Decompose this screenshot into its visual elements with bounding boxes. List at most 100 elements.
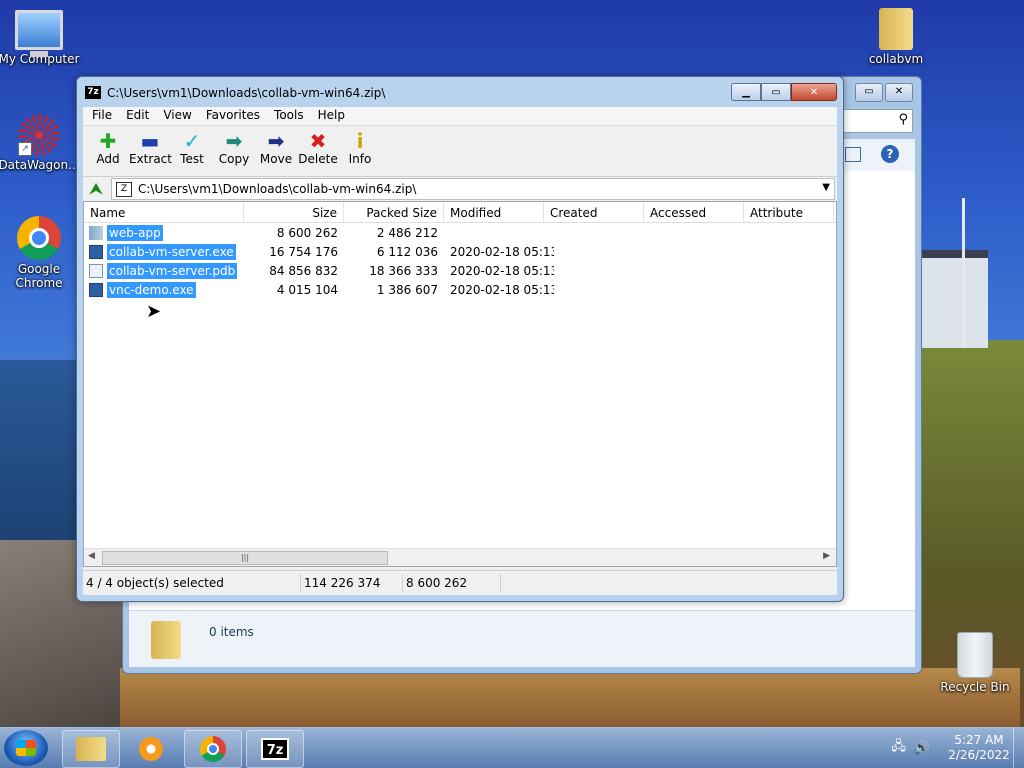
column-header-size[interactable]: Size (244, 202, 344, 222)
menu-bar: File Edit View Favorites Tools Help (83, 107, 837, 126)
close-icon[interactable]: ✕ (885, 83, 913, 102)
file-rows: web-app 8 600 262 2 486 212 collab-vm-serve… (84, 223, 836, 299)
file-modified: 2020-02-18 05:13 (450, 282, 554, 297)
toolbar-move-button[interactable]: ➡ Move (255, 126, 297, 176)
menu-tools[interactable]: Tools (267, 107, 311, 125)
7zip-window[interactable]: 7z C:\Users\vm1\Downloads\collab-vm-win6… (76, 76, 844, 602)
toolbar-test-button[interactable]: ✓ Test (171, 126, 213, 176)
window-title: C:\Users\vm1\Downloads\collab-vm-win64.z… (107, 86, 386, 100)
clock[interactable]: 5:27 AM 2/26/2022 (944, 733, 1014, 763)
taskbar-explorer[interactable] (62, 730, 120, 768)
search-input[interactable]: ⚲ (839, 109, 913, 133)
file-size: 8 600 262 (276, 225, 338, 240)
volume-icon[interactable]: 🔊 (914, 741, 930, 756)
restore-icon[interactable]: ▭ (855, 83, 883, 102)
toolbar-button-label: Move (259, 152, 293, 166)
preview-pane-icon[interactable] (845, 147, 861, 162)
toolbar-button-label: Info (348, 152, 372, 166)
desktop-icon-recycle-bin[interactable]: Recycle Bin (930, 632, 1020, 694)
desktop-icon-collabvm[interactable]: collabvm (851, 8, 941, 66)
system-tray: 🖧 🔊 5:27 AM 2/26/2022 (891, 732, 1014, 764)
menu-view[interactable]: View (156, 107, 198, 125)
plus-icon: ✚ (99, 129, 117, 153)
menu-file[interactable]: File (85, 107, 119, 125)
file-name: vnc-demo.exe (107, 281, 196, 298)
column-header-attribute[interactable]: Attribute (744, 202, 834, 222)
media-player-icon (139, 737, 163, 761)
toolbar-button-label: Extract (129, 152, 172, 166)
toolbar-extract-button[interactable]: ▬ Extract (129, 126, 172, 176)
toolbar-delete-button[interactable]: ✖ Delete (297, 126, 339, 176)
menu-help[interactable]: Help (311, 107, 352, 125)
file-size: 84 856 832 (269, 263, 338, 278)
start-button[interactable] (4, 730, 48, 766)
scroll-left-icon[interactable]: ◀ (88, 551, 95, 561)
7zip-app-icon: 7z (85, 86, 101, 99)
background-window-controls: ▭ ✕ (855, 83, 913, 102)
archive-icon: Z (116, 181, 132, 197)
menu-edit[interactable]: Edit (119, 107, 156, 125)
horizontal-scrollbar[interactable]: ◀ ||| ▶ (84, 548, 836, 566)
address-bar: ⮝ Z C:\Users\vm1\Downloads\collab-vm-win… (83, 177, 837, 202)
column-header-name[interactable]: Name (84, 202, 244, 222)
toolbar: ✚ Add ▬ Extract ✓ Test ➡ Copy ➡ Move ✖ Delete i Info (83, 126, 837, 177)
status-selected: 4 / 4 object(s) selected (83, 574, 301, 592)
toolbar-copy-button[interactable]: ➡ Copy (213, 126, 255, 176)
file-name-cell: web-app (84, 224, 244, 241)
search-icon: ⚲ (898, 112, 908, 127)
clock-date: 2/26/2022 (948, 748, 1010, 762)
details-pane: 0 items (129, 610, 915, 667)
file-name-cell: collab-vm-server.exe (84, 243, 244, 260)
file-row[interactable]: collab-vm-server.pdb 84 856 832 18 366 333… (84, 261, 836, 280)
folder-icon (151, 621, 181, 659)
desktop-icon-label: Google Chrome (15, 262, 63, 290)
taskbar-7zip[interactable]: 7z (246, 730, 304, 768)
chevron-down-icon[interactable]: ▼ (822, 182, 830, 193)
desktop-icon-label: DataWagon... (0, 158, 80, 172)
column-header-modified[interactable]: Modified (444, 202, 544, 222)
file-list[interactable]: Name Size Packed Size Modified Created A… (83, 201, 837, 567)
check-icon: ✓ (183, 129, 201, 153)
datawagon-icon: ↗ (18, 114, 60, 156)
column-header-created[interactable]: Created (544, 202, 644, 222)
minus-icon: ▬ (140, 129, 160, 153)
scrollbar-thumb[interactable]: ||| (102, 551, 388, 565)
file-name: collab-vm-server.exe (107, 243, 236, 260)
desktop-icon-my-computer[interactable]: My Computer (0, 10, 84, 66)
toolbar-button-label: Delete (298, 152, 338, 166)
toolbar-info-button[interactable]: i Info (339, 126, 381, 176)
desktop-icon-label: collabvm (868, 52, 924, 66)
desktop-icon-google-chrome[interactable]: Google Chrome (0, 216, 84, 290)
toolbar-add-button[interactable]: ✚ Add (87, 126, 129, 176)
file-row[interactable]: vnc-demo.exe 4 015 104 1 386 607 2020-02-18… (84, 280, 836, 299)
file-packed-size: 1 386 607 (376, 282, 438, 297)
file-size: 4 015 104 (276, 282, 338, 297)
file-row[interactable]: collab-vm-server.exe 16 754 176 6 112 036 2… (84, 242, 836, 261)
status-packed-size: 8 600 262 (403, 574, 501, 592)
file-row[interactable]: web-app 8 600 262 2 486 212 (84, 223, 836, 242)
column-header-accessed[interactable]: Accessed (644, 202, 744, 222)
file-name-cell: collab-vm-server.pdb (84, 262, 244, 279)
desktop-icon-datawagon[interactable]: ↗ DataWagon... (0, 114, 84, 172)
menu-favorites[interactable]: Favorites (199, 107, 267, 125)
file-packed-size: 6 112 036 (376, 244, 438, 259)
network-icon[interactable]: 🖧 (891, 737, 906, 759)
show-desktop-button[interactable] (1013, 728, 1024, 768)
help-icon[interactable]: ? (881, 145, 899, 163)
address-text: C:\Users\vm1\Downloads\collab-vm-win64.z… (138, 182, 417, 196)
up-folder-icon[interactable]: ⮝ (87, 180, 105, 198)
copy-arrow-icon: ➡ (225, 129, 243, 153)
minimize-button[interactable]: ▁ (731, 83, 761, 101)
address-field[interactable]: Z C:\Users\vm1\Downloads\collab-vm-win64… (111, 178, 835, 200)
scroll-right-icon[interactable]: ▶ (823, 551, 830, 561)
shortcut-arrow-icon: ↗ (18, 142, 32, 156)
title-bar[interactable]: 7z C:\Users\vm1\Downloads\collab-vm-win6… (77, 77, 843, 107)
file-icon (89, 282, 103, 297)
close-button[interactable]: ✕ (791, 83, 837, 101)
pole-backdrop (962, 198, 965, 348)
window-controls: ▁ ▭ ✕ (731, 83, 837, 101)
maximize-button[interactable]: ▭ (761, 83, 791, 101)
taskbar-chrome[interactable] (184, 730, 242, 768)
column-header-packed-size[interactable]: Packed Size (344, 202, 444, 222)
taskbar-media-player[interactable] (122, 730, 180, 768)
